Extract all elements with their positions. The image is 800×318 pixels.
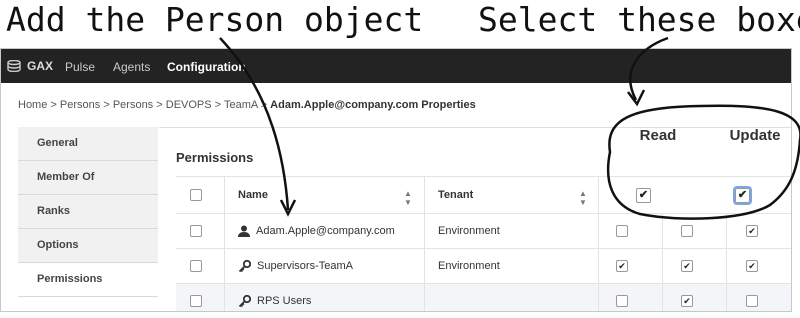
sort-icon[interactable]: ▲ ▼ <box>404 189 412 207</box>
column-tenant-header[interactable]: Tenant <box>438 177 473 213</box>
table-row[interactable]: Supervisors-TeamA Environment ✔ ✔ ✔ <box>176 249 791 284</box>
breadcrumb-separator: > <box>103 99 110 111</box>
breadcrumb-persons[interactable]: Persons <box>60 99 100 111</box>
breadcrumb-persons-folder[interactable]: Persons <box>113 99 153 111</box>
update-column-header: Update <box>729 126 781 144</box>
row-name: Adam.Apple@company.com <box>256 225 395 237</box>
perm-checkbox[interactable]: ✔ <box>616 260 628 272</box>
nav-agents[interactable]: Agents <box>113 60 150 74</box>
panel-title: Permissions <box>176 150 254 165</box>
read-column-header: Read <box>639 126 677 144</box>
row-name: RPS Users <box>257 295 312 307</box>
sidebar-item-general[interactable]: General <box>18 127 158 161</box>
person-icon <box>238 225 250 237</box>
annotation-left: Add the Person object <box>6 0 424 39</box>
key-icon <box>238 294 251 307</box>
breadcrumb-current: Adam.Apple@company.com Properties <box>270 99 476 111</box>
sort-icon[interactable]: ▲ ▼ <box>579 189 587 207</box>
database-icon <box>7 60 21 72</box>
breadcrumb-teama[interactable]: TeamA <box>224 99 258 111</box>
read-header-checkbox-cell: ✔ <box>636 177 651 213</box>
sidebar-item-options[interactable]: Options <box>18 229 158 263</box>
brand[interactable]: GAX <box>7 59 53 73</box>
select-all-cell <box>190 177 202 213</box>
breadcrumb-separator: > <box>50 99 57 111</box>
row-select-checkbox[interactable] <box>190 260 202 272</box>
table-row[interactable]: Adam.Apple@company.com Environment ✔ <box>176 214 791 249</box>
perm-checkbox[interactable]: ✔ <box>746 260 758 272</box>
breadcrumb-home[interactable]: Home <box>18 99 47 111</box>
perm-checkbox[interactable] <box>746 295 758 307</box>
name-cell: Adam.Apple@company.com <box>238 214 395 248</box>
perm-checkbox[interactable]: ✔ <box>746 225 758 237</box>
sidebar-item-member-of[interactable]: Member Of <box>18 161 158 195</box>
sidebar-item-ranks[interactable]: Ranks <box>18 195 158 229</box>
select-all-checkbox[interactable] <box>190 189 202 201</box>
app-window: GAX Pulse Agents Configuration Home > Pe… <box>0 48 792 312</box>
tenant-cell: Environment <box>438 260 500 272</box>
row-name: Supervisors-TeamA <box>257 260 353 272</box>
row-select-checkbox[interactable] <box>190 225 202 237</box>
update-header-checkbox-cell: ✔ <box>733 177 752 213</box>
breadcrumb-separator: > <box>260 99 268 111</box>
column-name-header[interactable]: Name <box>238 177 268 213</box>
breadcrumb-devops[interactable]: DEVOPS <box>166 99 212 111</box>
sidebar-item-permissions[interactable]: Permissions <box>18 263 158 297</box>
perm-checkbox[interactable]: ✔ <box>681 260 693 272</box>
table-row[interactable]: RPS Users ✔ <box>176 284 791 311</box>
top-navbar: GAX Pulse Agents Configuration <box>1 49 791 83</box>
tenant-cell: Environment <box>438 225 500 237</box>
update-column-checkbox[interactable]: ✔ <box>733 185 752 205</box>
perm-checkbox[interactable] <box>616 295 628 307</box>
name-cell: RPS Users <box>238 284 312 311</box>
key-icon <box>238 259 251 272</box>
permissions-table: Name ▲ ▼ Tenant ▲ ▼ ✔ ✔ Adam.Apple@compa… <box>176 176 791 311</box>
name-cell: Supervisors-TeamA <box>238 249 353 283</box>
stage: GAX Pulse Agents Configuration Home > Pe… <box>0 0 800 318</box>
brand-label: GAX <box>27 59 54 73</box>
sidebar: General Member Of Ranks Options Permissi… <box>18 127 158 297</box>
breadcrumb: Home > Persons > Persons > DEVOPS > Team… <box>18 99 476 111</box>
nav-pulse[interactable]: Pulse <box>65 60 95 74</box>
annotation-right: Select these boxes <box>478 0 800 39</box>
table-header: Name ▲ ▼ Tenant ▲ ▼ ✔ ✔ <box>176 176 791 214</box>
read-column-checkbox[interactable]: ✔ <box>636 187 651 203</box>
nav-configuration[interactable]: Configuration <box>167 60 246 74</box>
perm-checkbox[interactable] <box>616 225 628 237</box>
perm-checkbox[interactable] <box>681 225 693 237</box>
row-select-checkbox[interactable] <box>190 295 202 307</box>
breadcrumb-separator: > <box>156 99 163 111</box>
breadcrumb-separator: > <box>214 99 222 111</box>
perm-checkbox[interactable]: ✔ <box>681 295 693 307</box>
